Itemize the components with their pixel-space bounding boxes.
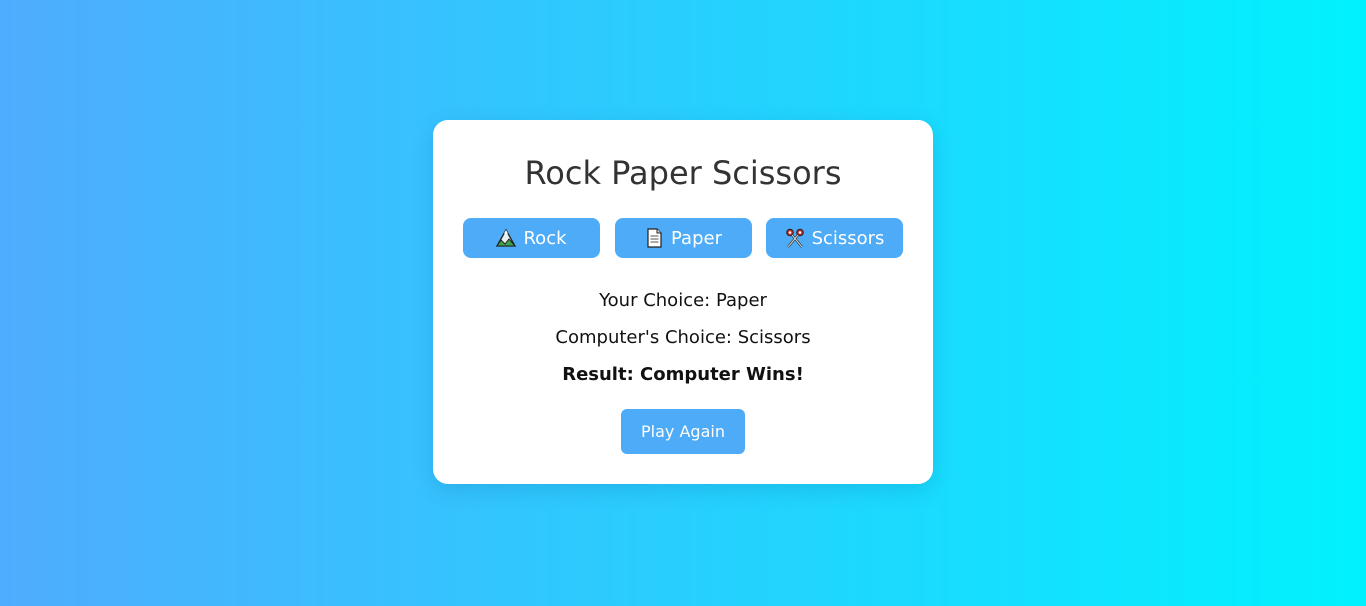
rock-icon <box>496 228 517 248</box>
rock-label: Rock <box>523 227 567 249</box>
play-again-button[interactable]: Play Again <box>621 409 745 454</box>
game-card: Rock Paper Scissors Rock Paper Scissors … <box>433 120 933 484</box>
rock-button[interactable]: Rock <box>463 218 600 258</box>
paper-button[interactable]: Paper <box>614 218 752 258</box>
scissors-label: Scissors <box>811 227 885 249</box>
scissors-button[interactable]: Scissors <box>766 218 903 258</box>
paper-label: Paper <box>671 227 722 249</box>
result-text: Result: Computer Wins! <box>562 364 804 385</box>
paper-icon <box>644 228 664 248</box>
choice-buttons: Rock Paper Scissors <box>463 218 903 258</box>
computer-choice-text: Computer's Choice: Scissors <box>555 327 811 348</box>
page-title: Rock Paper Scissors <box>524 154 842 192</box>
your-choice-text: Your Choice: Paper <box>599 290 767 311</box>
scissors-icon <box>785 228 805 248</box>
